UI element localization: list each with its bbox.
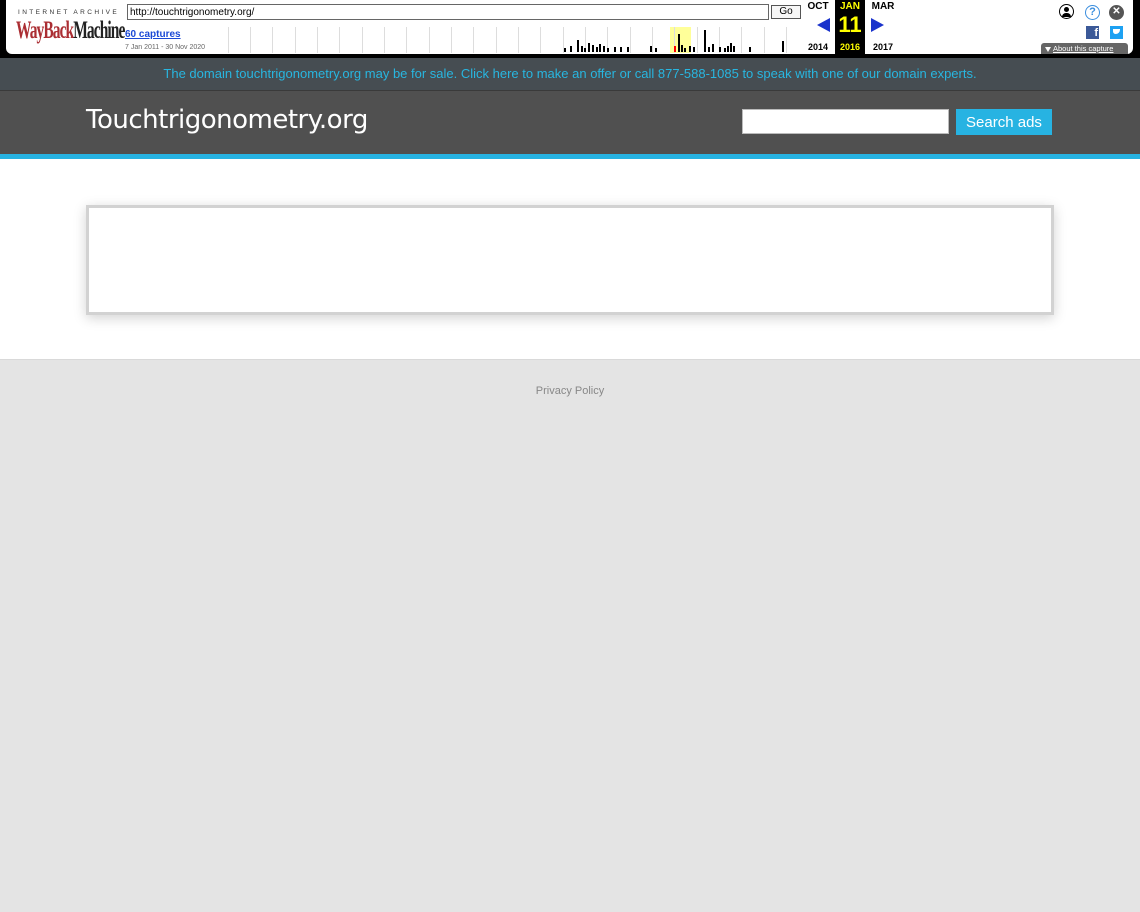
wayback-url-input[interactable] xyxy=(127,4,769,20)
current-day-label: 11 xyxy=(838,12,862,37)
site-title[interactable]: Touchtrigonometry.org xyxy=(86,105,368,135)
about-capture-toggle[interactable]: About this capture xyxy=(1041,43,1128,54)
search-ads-input[interactable] xyxy=(742,109,949,134)
captures-link[interactable]: 60 captures xyxy=(125,29,181,40)
privacy-policy-link[interactable]: Privacy Policy xyxy=(0,385,1140,397)
wayback-toolbar-panel: INTERNET ARCHIVE WayBackMachine Go 60 ca… xyxy=(6,0,1133,54)
wayback-logo[interactable]: INTERNET ARCHIVE WayBackMachine xyxy=(16,8,125,46)
current-month-label: JAN xyxy=(839,1,860,12)
triangle-down-icon xyxy=(1045,46,1051,52)
captures-date-range: 7 Jan 2011 - 30 Nov 2020 xyxy=(125,44,206,51)
next-capture-arrow-icon[interactable] xyxy=(871,18,884,32)
wayback-logo-wordmark: WayBackMachine xyxy=(16,17,125,44)
prev-month-link[interactable]: OCT xyxy=(802,1,834,12)
about-capture-label: About this capture xyxy=(1053,44,1114,53)
help-icon[interactable]: ? xyxy=(1085,5,1100,20)
search-ads-button[interactable]: Search ads xyxy=(956,109,1052,135)
twitter-share-icon[interactable] xyxy=(1110,26,1123,39)
wayback-go-button[interactable]: Go xyxy=(771,5,801,19)
facebook-share-icon[interactable]: f xyxy=(1086,26,1099,39)
main-content xyxy=(0,159,1140,360)
wayback-logo-top: INTERNET ARCHIVE xyxy=(18,9,120,16)
prev-capture-arrow-icon[interactable] xyxy=(817,18,830,32)
user-account-icon[interactable] xyxy=(1059,4,1074,19)
site-header: Touchtrigonometry.org Search ads xyxy=(0,91,1140,154)
next-month-link[interactable]: MAR xyxy=(867,1,899,12)
close-icon[interactable]: ✕ xyxy=(1109,5,1124,20)
next-year-label: 2017 xyxy=(872,42,894,52)
ad-container xyxy=(86,205,1054,315)
current-year-label: 2016 xyxy=(839,42,861,52)
wayback-toolbar: INTERNET ARCHIVE WayBackMachine Go 60 ca… xyxy=(0,0,1140,58)
prev-year-label: 2014 xyxy=(807,42,829,52)
domain-sale-banner[interactable]: The domain touchtrigonometry.org may be … xyxy=(0,58,1140,91)
capture-sparkline[interactable] xyxy=(222,27,802,53)
